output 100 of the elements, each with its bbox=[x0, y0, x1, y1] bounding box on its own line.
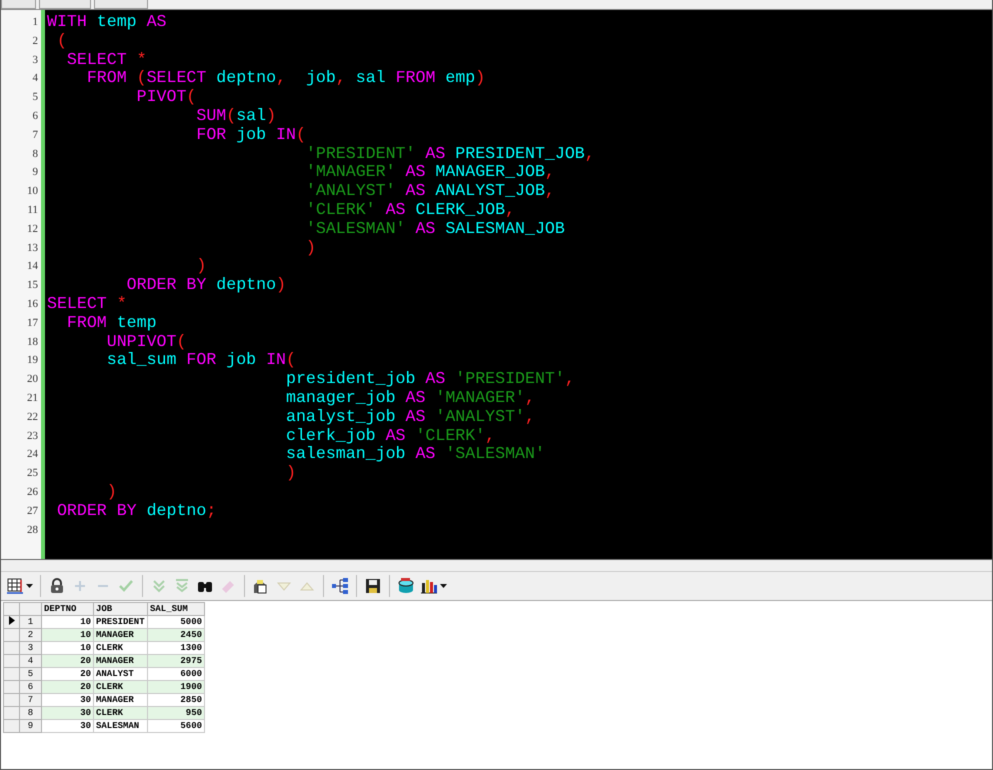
line-number: 6 bbox=[32, 108, 39, 124]
code-line: WITH temp AS bbox=[47, 13, 167, 32]
tab[interactable] bbox=[39, 0, 91, 9]
line-number: 12 bbox=[27, 222, 39, 237]
table-cell: 30 bbox=[42, 694, 94, 706]
code-line: ) bbox=[106, 482, 117, 502]
line-number: 21 bbox=[27, 390, 39, 406]
double-chevron-bar-icon bbox=[173, 577, 191, 595]
code-line: FOR job IN( bbox=[195, 126, 306, 145]
code-line: 'CLERK' AS CLERK_JOB, bbox=[304, 200, 516, 220]
line-number: 23 bbox=[27, 428, 39, 444]
code-line: ) bbox=[284, 464, 296, 483]
tab[interactable] bbox=[94, 0, 148, 9]
line-number: 15 bbox=[27, 278, 39, 294]
code-line: PIVOT( bbox=[136, 88, 196, 107]
table-cell: 30 bbox=[42, 706, 94, 720]
table-cell: 10 bbox=[42, 616, 94, 628]
table-cell: CLERK bbox=[94, 680, 148, 694]
table-cell: 20 bbox=[42, 668, 94, 680]
code-line: SELECT * bbox=[47, 294, 127, 314]
table-cell: 10 bbox=[42, 628, 94, 642]
line-number: 11 bbox=[27, 202, 39, 218]
table-cell: CLERK bbox=[94, 642, 148, 654]
table-cell: 2850 bbox=[148, 694, 204, 706]
line-number: 16 bbox=[27, 296, 39, 312]
line-number: 1 bbox=[32, 15, 39, 30]
line-number: 17 bbox=[27, 316, 39, 331]
table-cell: PRESIDENT bbox=[94, 616, 148, 628]
code-line: ORDER BY deptno) bbox=[126, 276, 286, 295]
line-number: 14 bbox=[27, 259, 39, 274]
code-line: manager_job AS 'MANAGER', bbox=[284, 388, 535, 408]
line-number: 24 bbox=[27, 447, 39, 462]
code-line: ) bbox=[195, 257, 206, 276]
code-line: FROM temp bbox=[66, 314, 157, 333]
line-number: 9 bbox=[32, 165, 39, 180]
code-line: SELECT * bbox=[66, 50, 147, 70]
table-cell: MANAGER bbox=[94, 694, 148, 706]
table-cell: 2975 bbox=[148, 654, 204, 668]
database-icon bbox=[397, 577, 415, 595]
table-cell: 5600 bbox=[148, 720, 204, 732]
column-header[interactable]: DEPTNO bbox=[42, 602, 94, 616]
line-number: 5 bbox=[32, 90, 39, 106]
tree-icon bbox=[331, 577, 349, 595]
line-number: 25 bbox=[27, 466, 39, 482]
table-cell: 30 bbox=[42, 720, 94, 732]
table-cell: MANAGER bbox=[94, 628, 148, 642]
line-number: 20 bbox=[27, 372, 39, 388]
code-line: 'PRESIDENT' AS PRESIDENT_JOB, bbox=[304, 144, 595, 164]
line-number: 28 bbox=[27, 522, 39, 538]
table-cell: 950 bbox=[148, 706, 204, 720]
column-header[interactable]: JOB bbox=[94, 602, 148, 616]
bar-chart-icon bbox=[420, 577, 438, 595]
code-line: sal_sum FOR job IN( bbox=[106, 351, 296, 370]
code-line: UNPIVOT( bbox=[106, 332, 186, 352]
grid-icon bbox=[6, 577, 24, 595]
table-cell: SALESMAN bbox=[94, 720, 148, 732]
table-cell: 20 bbox=[42, 654, 94, 668]
line-number: 8 bbox=[32, 146, 39, 162]
line-number: 13 bbox=[27, 240, 39, 256]
code-line: clerk_job AS 'CLERK', bbox=[284, 426, 496, 446]
caret-icon bbox=[26, 584, 33, 588]
table-cell: ANALYST bbox=[94, 668, 148, 680]
code-line: 'SALESMAN' AS SALESMAN_JOB bbox=[304, 220, 565, 239]
line-number: 3 bbox=[32, 52, 39, 68]
tab[interactable] bbox=[1, 0, 36, 9]
code-line: 'MANAGER' AS MANAGER_JOB, bbox=[304, 163, 555, 182]
row-pointer-icon bbox=[8, 616, 14, 625]
table-cell: 1300 bbox=[148, 642, 204, 654]
code-line: analyst_job AS 'ANALYST', bbox=[284, 408, 535, 427]
table-cell: CLERK bbox=[94, 706, 148, 720]
toolbar-button[interactable] bbox=[330, 575, 350, 597]
minus-icon bbox=[98, 585, 108, 587]
lock-icon bbox=[48, 577, 66, 595]
table-cell: 20 bbox=[42, 680, 94, 694]
table-cell: MANAGER bbox=[94, 654, 148, 668]
table-cell: 2450 bbox=[148, 628, 204, 642]
line-number: 27 bbox=[27, 504, 39, 519]
code-line: president_job AS 'PRESIDENT', bbox=[284, 370, 575, 389]
line-number: 22 bbox=[27, 410, 39, 425]
table-cell: 10 bbox=[42, 642, 94, 654]
code-line: ORDER BY deptno; bbox=[56, 502, 216, 521]
column-header[interactable]: SAL_SUM bbox=[148, 602, 204, 616]
code-line: ) bbox=[304, 238, 316, 258]
line-number: 4 bbox=[32, 71, 39, 86]
caret-icon bbox=[440, 584, 447, 588]
save-icon bbox=[364, 577, 382, 595]
line-number: 19 bbox=[27, 353, 39, 368]
code-line: salesman_job AS 'SALESMAN' bbox=[284, 445, 545, 464]
code-line: FROM (SELECT deptno, job, sal FROM emp) bbox=[86, 69, 486, 88]
code-line: 'ANALYST' AS ANALYST_JOB, bbox=[304, 182, 555, 201]
table-cell: 6000 bbox=[148, 668, 204, 680]
line-number: 18 bbox=[27, 334, 39, 350]
line-number: 26 bbox=[27, 484, 39, 500]
code-line: ( bbox=[56, 32, 67, 51]
plus-icon bbox=[75, 581, 85, 591]
line-number: 2 bbox=[32, 34, 39, 49]
line-number: 7 bbox=[32, 128, 39, 143]
line-number: 10 bbox=[27, 184, 39, 200]
code-line: SUM(sal) bbox=[195, 106, 276, 126]
table-cell: 5000 bbox=[148, 616, 204, 628]
